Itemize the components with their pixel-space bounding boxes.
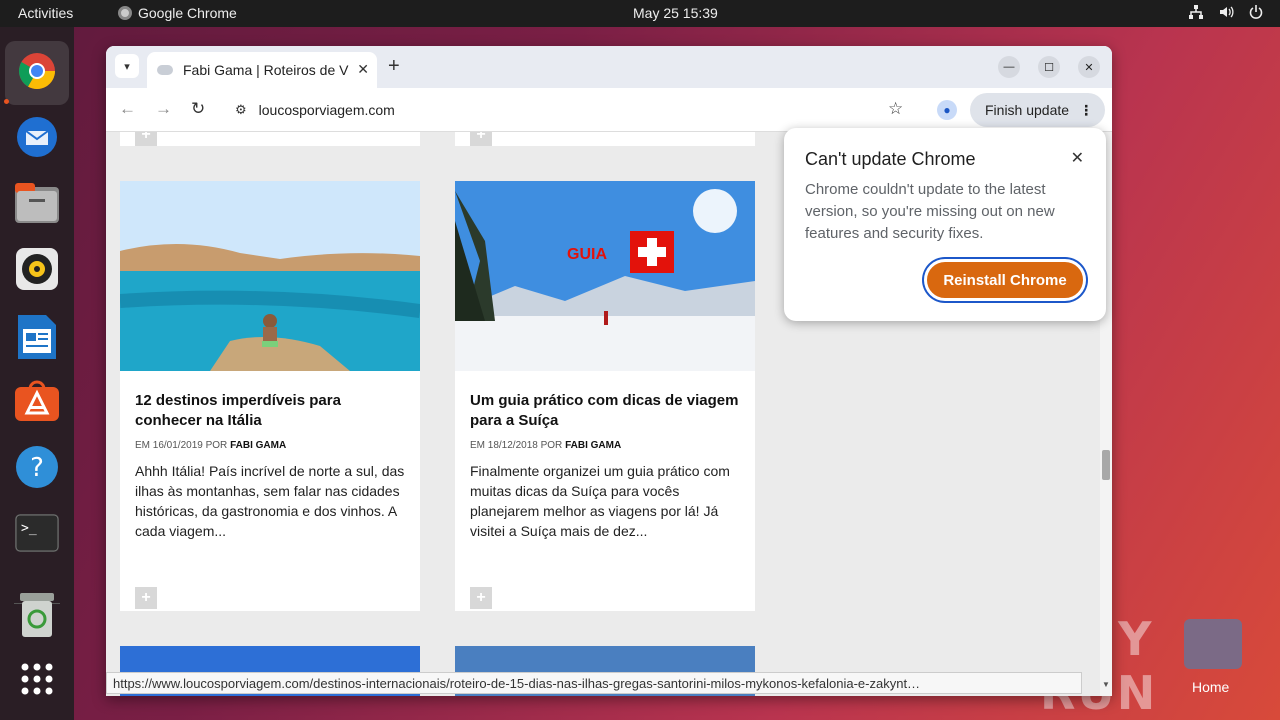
tab-search-button[interactable]: ▾: [115, 54, 139, 78]
scrollbar-thumb[interactable]: [1102, 450, 1110, 480]
files-icon: [15, 182, 59, 228]
help-icon: ?: [15, 445, 59, 494]
post-card[interactable]: 12 destinos imperdíveis para conhecer na…: [120, 181, 420, 611]
running-indicator: [4, 99, 9, 104]
app-menu[interactable]: Google Chrome: [118, 5, 237, 21]
dock-show-apps[interactable]: [13, 657, 61, 705]
scroll-down-icon[interactable]: ▼: [1102, 680, 1110, 689]
dock-thunderbird[interactable]: [13, 115, 61, 163]
chrome-icon: [17, 51, 57, 96]
post-excerpt: Finalmente organizei um guia prático com…: [470, 463, 730, 539]
image-label: GUIA: [567, 246, 607, 263]
dock-terminal[interactable]: >_: [13, 511, 61, 559]
post-image-switzerland[interactable]: GUIA: [455, 181, 755, 371]
forward-icon[interactable]: →: [155, 99, 172, 119]
dialog-body: Chrome couldn't update to the latest ver…: [805, 181, 1055, 242]
site-info-icon[interactable]: ⚙: [235, 102, 247, 118]
dock-files[interactable]: [13, 181, 61, 229]
address-bar[interactable]: ⚙ loucosporviagem.com: [226, 93, 922, 127]
trash-icon: [18, 592, 56, 642]
chevron-down-icon: ▾: [124, 60, 130, 73]
finish-update-button[interactable]: Finish update ⋮: [970, 93, 1105, 127]
maximize-button[interactable]: ☐: [1038, 56, 1060, 78]
more-menu-icon[interactable]: ⋮: [1079, 102, 1093, 119]
post-image-italy[interactable]: [120, 181, 420, 371]
tab-title: Fabi Gama | Roteiros de V: [183, 62, 349, 78]
thunderbird-icon: [14, 114, 60, 165]
power-icon[interactable]: [1248, 4, 1264, 23]
plus-icon[interactable]: +: [135, 132, 157, 146]
post-date: EM 18/12/2018 POR: [470, 440, 563, 451]
close-icon[interactable]: ✕: [1071, 148, 1084, 168]
post-author[interactable]: FABI GAMA: [565, 440, 621, 451]
dialog-title: Can't update Chrome: [805, 149, 976, 169]
post-card[interactable]: GUIA Um guia prático com dicas de viagem…: [455, 181, 755, 611]
dock-app-center[interactable]: [13, 379, 61, 427]
libreoffice-writer-icon: [18, 314, 56, 364]
network-icon[interactable]: [1188, 4, 1204, 23]
show-apps-icon: [20, 662, 54, 701]
svg-text:>_: >_: [21, 521, 37, 536]
profile-icon[interactable]: ●: [937, 100, 957, 120]
post-meta: EM 16/01/2019 POR FABI GAMA: [135, 440, 286, 451]
chrome-small-icon: [118, 6, 132, 20]
tab-close-icon[interactable]: ✕: [357, 61, 369, 78]
dock: ? >_: [0, 27, 74, 720]
dock-trash[interactable]: [13, 592, 61, 642]
close-window-button[interactable]: ✕: [1078, 56, 1100, 78]
post-excerpt: Ahhh Itália! País incrível de norte a su…: [135, 463, 405, 539]
update-error-dialog: Can't update Chrome ✕ Chrome couldn't up…: [784, 128, 1106, 321]
volume-icon[interactable]: [1218, 4, 1234, 23]
app-name: Google Chrome: [138, 5, 237, 21]
finish-update-label: Finish update: [985, 102, 1070, 118]
address-url: loucosporviagem.com: [258, 102, 395, 118]
clock[interactable]: May 25 15:39: [633, 5, 718, 21]
plus-icon[interactable]: +: [470, 132, 492, 146]
post-title[interactable]: 12 destinos imperdíveis para conhecer na…: [135, 391, 405, 431]
terminal-icon: >_: [15, 513, 59, 557]
cloud-favicon-icon: [157, 65, 173, 75]
dock-chrome[interactable]: [5, 41, 69, 105]
card-stub: +: [455, 132, 755, 146]
card-stub: +: [120, 132, 420, 146]
plus-icon[interactable]: +: [470, 587, 492, 609]
app-center-icon: [15, 379, 59, 428]
dock-writer[interactable]: [13, 314, 61, 364]
reload-icon[interactable]: ↻: [191, 99, 205, 119]
top-bar: Activities Google Chrome May 25 15:39: [0, 0, 1280, 27]
svg-text:?: ?: [30, 453, 44, 483]
post-date: EM 16/01/2019 POR: [135, 440, 228, 451]
minimize-button[interactable]: —: [998, 56, 1020, 78]
activities-button[interactable]: Activities: [18, 5, 73, 21]
new-tab-button[interactable]: +: [388, 55, 400, 78]
post-meta: EM 18/12/2018 POR FABI GAMA: [470, 440, 621, 451]
rhythmbox-icon: [16, 247, 58, 295]
post-author[interactable]: FABI GAMA: [230, 440, 286, 451]
status-url-bar: https://www.loucosporviagem.com/destinos…: [106, 672, 1082, 694]
tab-strip: ▾ Fabi Gama | Roteiros de V ✕ + — ☐ ✕: [106, 46, 1112, 88]
post-title[interactable]: Um guia prático com dicas de viagem para…: [470, 391, 740, 431]
dock-rhythmbox[interactable]: [13, 247, 61, 295]
bookmark-star-icon[interactable]: ☆: [888, 99, 903, 119]
reinstall-chrome-button[interactable]: Reinstall Chrome: [924, 259, 1086, 301]
back-icon[interactable]: ←: [119, 99, 136, 119]
dock-help[interactable]: ?: [13, 445, 61, 493]
plus-icon[interactable]: +: [135, 587, 157, 609]
toolbar: ← → ↻ ⚙ loucosporviagem.com ☆ ● Finish u…: [106, 88, 1112, 132]
system-tray[interactable]: [1188, 4, 1264, 23]
tab-active[interactable]: Fabi Gama | Roteiros de V ✕: [147, 52, 377, 88]
